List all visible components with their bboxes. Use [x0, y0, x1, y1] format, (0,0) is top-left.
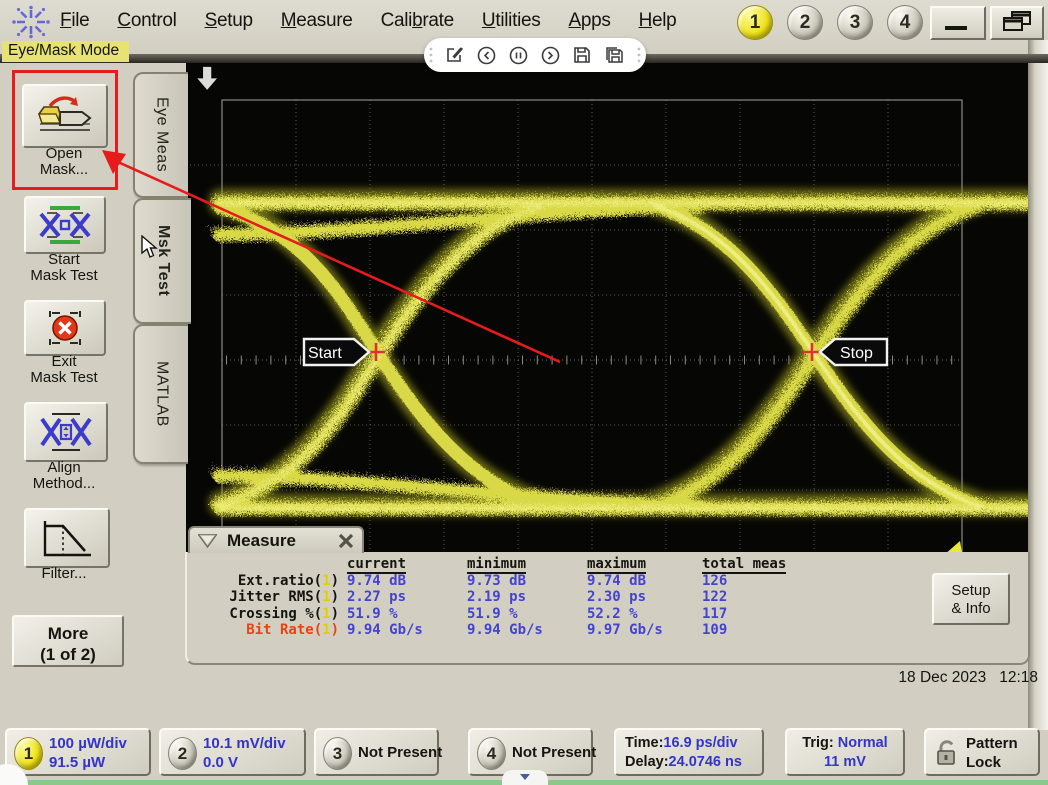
channel-3-badge: 3	[323, 737, 352, 770]
start-marker-flag[interactable]: Start	[304, 339, 369, 365]
filter-icon	[37, 517, 97, 559]
channel-2-badge: 2	[168, 737, 197, 770]
drag-handle-icon[interactable]	[637, 47, 641, 63]
pause-icon[interactable]	[509, 46, 528, 65]
filter-button[interactable]	[24, 508, 110, 568]
menu-utilities[interactable]: Utilities	[482, 10, 541, 32]
channel-2-scale: 10.1 mV/div0.0 V	[203, 734, 286, 772]
close-icon[interactable]	[338, 533, 354, 549]
channel-4-status: Not Present	[512, 743, 596, 762]
collapse-triangle-icon[interactable]	[198, 534, 217, 548]
setup-info-button[interactable]: Setup & Info	[932, 573, 1010, 625]
measure-panel-title: Measure	[227, 531, 328, 551]
timebase-delay: Delay:24.0746 ns	[625, 753, 762, 772]
measure-header-row: current minimum maximum total meas	[195, 556, 1028, 573]
pattern-lock-label: PatternLock	[966, 734, 1018, 772]
trigger-button[interactable]: Trig: Normal 11 mV	[785, 728, 905, 776]
quick-button-3[interactable]: 3	[837, 5, 873, 40]
scope-application-window: File Control Setup Measure Calibrate Uti…	[0, 0, 1048, 785]
edit-icon[interactable]	[446, 46, 464, 64]
stop-marker-flag[interactable]: Stop	[820, 339, 887, 365]
overlay-recorder-toolbar	[424, 38, 646, 72]
tab-mask-test[interactable]: Msk Test	[133, 198, 191, 324]
quick-button-4[interactable]: 4	[887, 5, 923, 40]
quick-button-1[interactable]: 1	[737, 5, 773, 40]
pattern-lock-button[interactable]: PatternLock	[924, 728, 1040, 776]
restore-button[interactable]	[990, 6, 1044, 40]
channel-3-button[interactable]: 3 Not Present	[314, 728, 439, 776]
menu-apps[interactable]: Apps	[568, 10, 610, 32]
exit-mask-test-label: ExitMask Test	[0, 354, 128, 386]
channel-2-button[interactable]: 2 10.1 mV/div0.0 V	[159, 728, 306, 776]
start-mask-test-icon	[37, 205, 93, 245]
menu-help[interactable]: Help	[639, 10, 677, 32]
menu-measure[interactable]: Measure	[281, 10, 353, 32]
trigger-level: 11 mV	[787, 753, 903, 772]
filter-label: Filter...	[0, 566, 128, 582]
channel-1-button[interactable]: 1 100 µW/div91.5 µW	[5, 728, 151, 776]
drag-handle-icon[interactable]	[429, 47, 433, 63]
measure-panel-tab[interactable]: Measure	[188, 526, 364, 553]
mode-label: Eye/Mask Mode	[2, 41, 129, 62]
measure-row-ext-ratio: Ext.ratio(1) 9.74 dB 9.73 dB 9.74 dB 126	[195, 573, 1028, 590]
svg-text:Start: Start	[308, 345, 342, 362]
quick-button-2[interactable]: 2	[787, 5, 823, 40]
exit-mask-test-icon	[38, 309, 92, 347]
channel-4-button[interactable]: 4 Not Present	[468, 728, 593, 776]
minimize-icon	[932, 8, 980, 34]
measure-row-bit-rate: Bit Rate(1) 9.94 Gb/s 9.94 Gb/s 9.97 Gb/…	[195, 622, 1028, 639]
channel-1-scale: 100 µW/div91.5 µW	[49, 734, 127, 772]
channel-1-badge: 1	[14, 737, 43, 770]
start-mask-test-label: StartMask Test	[0, 252, 128, 284]
more-pages-button[interactable]: More(1 of 2)	[12, 615, 124, 667]
screen-right-bezel	[1028, 40, 1048, 730]
channel-3-status: Not Present	[358, 743, 442, 762]
menu-setup[interactable]: Setup	[205, 10, 253, 32]
trigger-mode: Trig: Normal	[787, 734, 903, 753]
channel-4-badge: 4	[477, 737, 506, 770]
overlay-pull-tab[interactable]	[502, 770, 548, 785]
measure-row-crossing: Crossing %(1) 51.9 % 51.9 % 52.2 % 117	[195, 606, 1028, 623]
align-method-label: AlignMethod...	[0, 460, 128, 492]
start-mask-test-button[interactable]	[24, 196, 106, 254]
align-method-icon	[37, 411, 95, 453]
menu-calibrate[interactable]: Calibrate	[381, 10, 454, 32]
save-icon[interactable]	[573, 46, 591, 64]
menu-file[interactable]: File	[60, 10, 89, 32]
annotation-highlight-box	[12, 70, 118, 190]
padlock-open-icon	[935, 739, 959, 767]
chevron-down-icon	[520, 774, 530, 781]
restore-window-icon	[992, 8, 1042, 34]
tab-eye-meas[interactable]: Eye Meas	[133, 72, 188, 198]
step-back-icon[interactable]	[477, 46, 496, 65]
save-all-icon[interactable]	[604, 46, 624, 64]
tab-matlab[interactable]: MATLAB	[133, 324, 188, 464]
align-method-button[interactable]	[24, 402, 108, 462]
measure-results-panel: current minimum maximum total meas Ext.r…	[185, 552, 1030, 665]
step-forward-icon[interactable]	[541, 46, 560, 65]
measure-row-jitter-rms: Jitter RMS(1) 2.27 ps 2.19 ps 2.30 ps 12…	[195, 589, 1028, 606]
agilent-starburst-icon	[8, 5, 54, 39]
menu-control[interactable]: Control	[117, 10, 176, 32]
svg-text:Stop: Stop	[840, 345, 873, 362]
menu-items: File Control Setup Measure Calibrate Uti…	[60, 10, 676, 32]
mouse-cursor	[141, 235, 161, 259]
timebase-button[interactable]: Time:16.9 ps/div Delay:24.0746 ns	[614, 728, 764, 776]
exit-mask-test-button[interactable]	[24, 300, 106, 356]
waveform-display: Start Stop	[186, 62, 1028, 560]
marker-overlay: Start Stop	[186, 62, 1028, 560]
timebase-scale: Time:16.9 ps/div	[625, 734, 762, 753]
minimize-button[interactable]	[930, 6, 986, 40]
datetime-display: 18 Dec 2023 12:18	[790, 669, 1038, 687]
